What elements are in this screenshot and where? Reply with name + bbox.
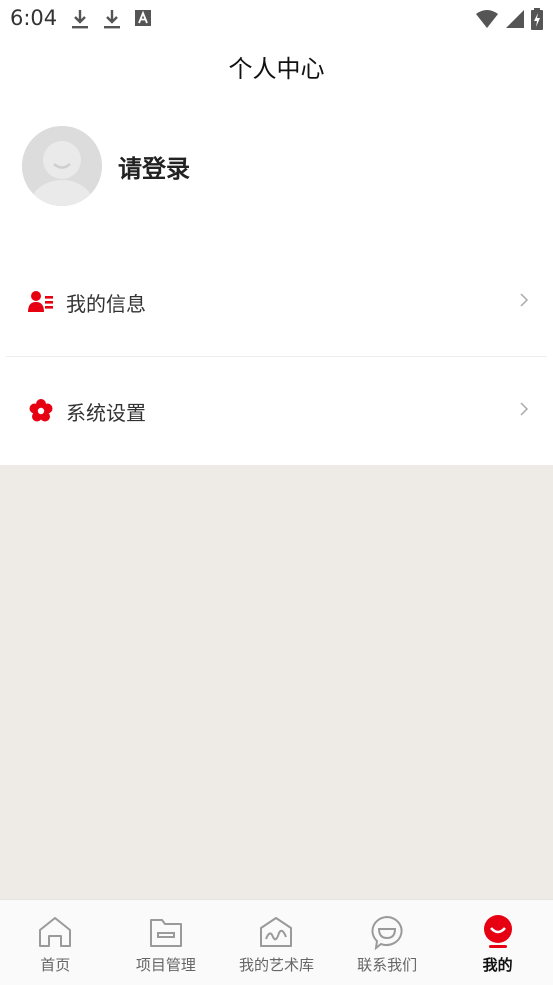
tab-contact-us[interactable]: 联系我们 [332, 900, 443, 985]
page-header: 个人中心 [0, 38, 553, 100]
tab-label: 项目管理 [135, 956, 196, 974]
menu-list: 我的信息 系统设置 [0, 248, 553, 465]
menu-item-label: 系统设置 [66, 400, 146, 425]
tab-label: 联系我们 [357, 956, 418, 974]
home-icon [37, 914, 73, 950]
settings-flower-icon [28, 398, 54, 424]
status-time: 6:04 [10, 6, 58, 30]
status-bar: 6:04 [0, 0, 553, 38]
chat-icon [369, 914, 405, 950]
profile-icon [480, 914, 516, 950]
system-icons [475, 8, 543, 34]
menu-item-label: 我的信息 [66, 291, 146, 316]
menu-item-my-info[interactable]: 我的信息 [0, 248, 553, 356]
page-title: 个人中心 [228, 55, 325, 83]
login-prompt[interactable]: 请登录 [118, 149, 190, 184]
chevron-right-icon [519, 401, 529, 421]
font-a-icon [134, 8, 152, 34]
tab-label: 首页 [40, 956, 71, 974]
art-library-icon [258, 914, 294, 950]
bottom-tab-bar: 首页 项目管理 我的艺术库 联系我们 我的 [0, 899, 553, 985]
notification-icons [70, 8, 152, 34]
folder-icon [148, 914, 184, 950]
tab-project-management[interactable]: 项目管理 [111, 900, 222, 985]
wifi-icon [475, 9, 499, 33]
tab-label: 我的 [482, 956, 513, 974]
avatar-placeholder-icon [22, 126, 102, 206]
tab-art-library[interactable]: 我的艺术库 [221, 900, 332, 985]
tab-home[interactable]: 首页 [0, 900, 111, 985]
tab-mine[interactable]: 我的 [442, 900, 553, 985]
user-info-icon [28, 289, 54, 315]
content-background [0, 465, 553, 899]
tab-label: 我的艺术库 [238, 956, 314, 974]
menu-item-system-settings[interactable]: 系统设置 [0, 357, 553, 465]
chevron-right-icon [519, 292, 529, 312]
profile-section[interactable]: 请登录 [22, 126, 190, 206]
signal-icon [505, 9, 525, 33]
download-icon [70, 8, 90, 34]
download-icon [102, 8, 122, 34]
avatar[interactable] [22, 126, 102, 206]
battery-icon [531, 8, 543, 34]
